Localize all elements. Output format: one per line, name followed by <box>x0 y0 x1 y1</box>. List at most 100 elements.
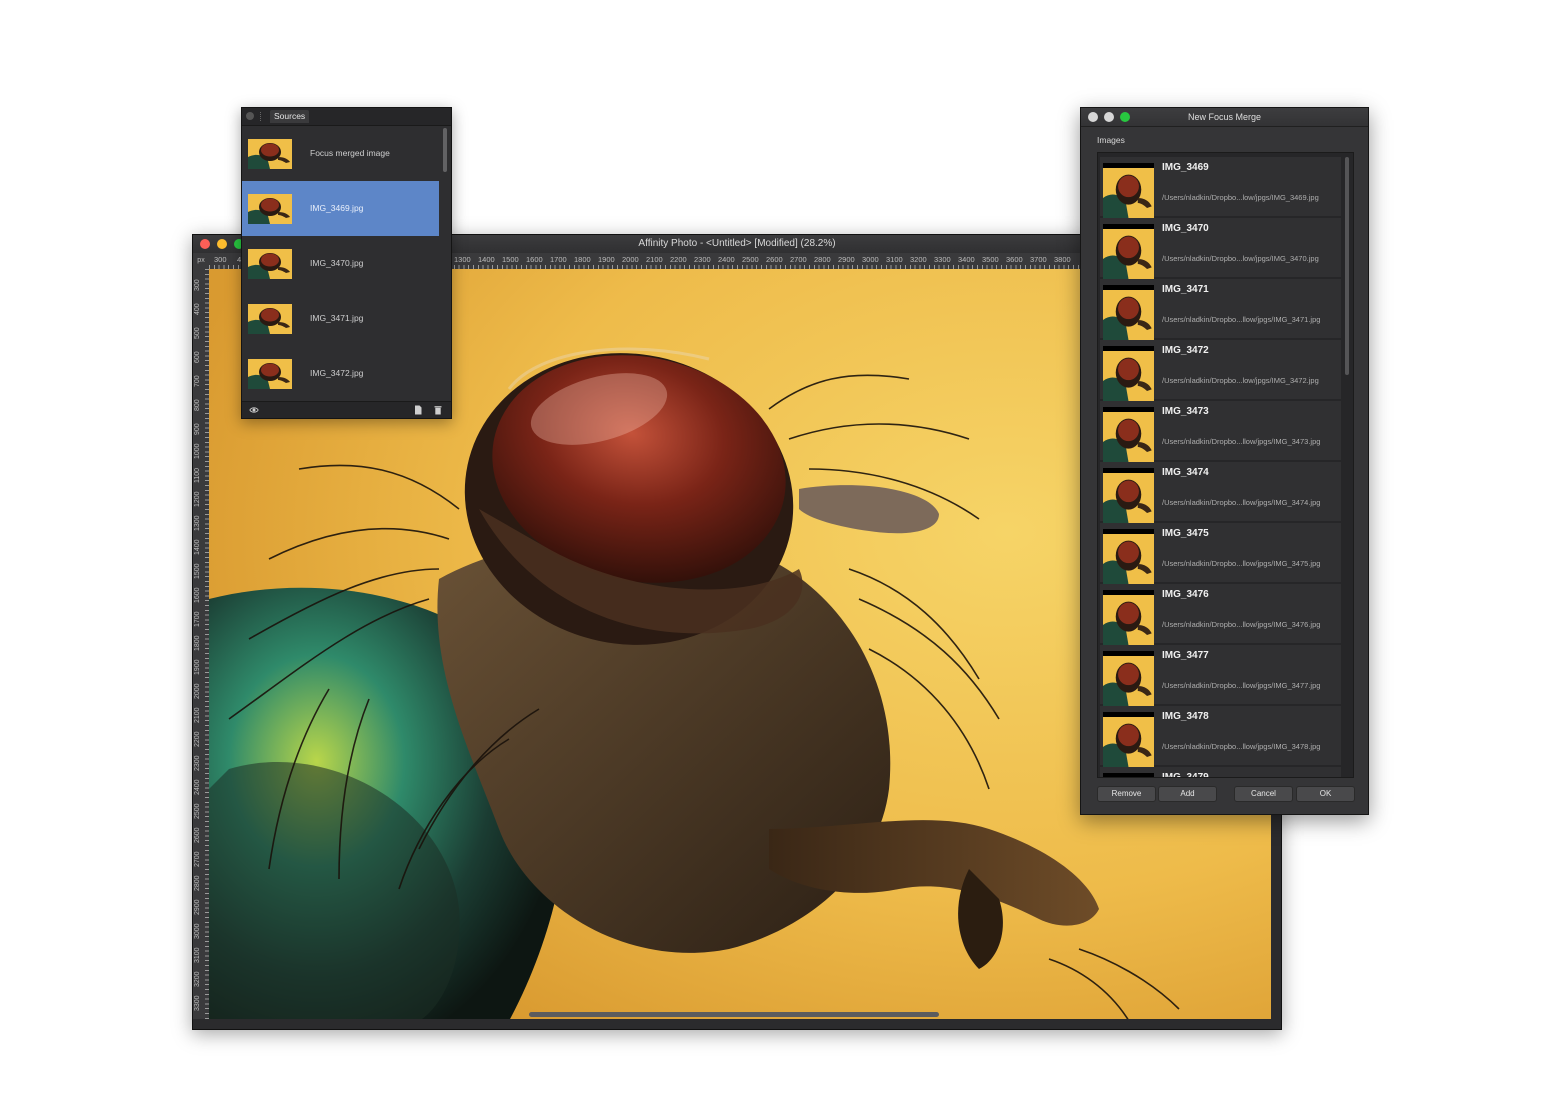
image-name: IMG_3476 <box>1162 589 1209 600</box>
image-thumbnail-picture <box>1103 168 1154 218</box>
image-list-item[interactable]: IMG_3476/Users/nladkin/Dropbo...llow/jpg… <box>1100 584 1341 645</box>
sources-list-item[interactable]: IMG_3472.jpg <box>242 346 439 401</box>
ruler-tick-label: 600 <box>194 351 201 363</box>
ruler-tick-label: 2500 <box>742 255 759 264</box>
image-name: IMG_3473 <box>1162 406 1209 417</box>
eye-icon[interactable] <box>249 405 259 415</box>
sources-list-item[interactable]: IMG_3471.jpg <box>242 291 439 346</box>
ruler-tick-label: 1800 <box>574 255 591 264</box>
new-document-icon[interactable] <box>413 405 423 415</box>
image-name: IMG_3472 <box>1162 345 1209 356</box>
ruler-tick-label: 2600 <box>194 827 201 843</box>
source-label: IMG_3471.jpg <box>310 313 364 323</box>
image-thumbnail-picture <box>1103 656 1154 706</box>
remove-button[interactable]: Remove <box>1097 786 1156 802</box>
image-list-item[interactable]: IMG_3475/Users/nladkin/Dropbo...llow/jpg… <box>1100 523 1341 584</box>
image-thumbnail-picture <box>1103 595 1154 645</box>
sources-list-item[interactable]: IMG_3469.jpg <box>242 181 439 236</box>
tab-sources[interactable]: Sources <box>270 110 310 123</box>
ruler-tick-label: 1900 <box>598 255 615 264</box>
image-path: /Users/nladkin/Dropbo...llow/jpgs/IMG_34… <box>1162 742 1321 751</box>
image-list-item[interactable]: IMG_3470/Users/nladkin/Dropbo...low/jpgs… <box>1100 218 1341 279</box>
ruler-tick-label: 1600 <box>526 255 543 264</box>
ruler-tick-label: 2900 <box>194 899 201 915</box>
image-path: /Users/nladkin/Dropbo...llow/jpgs/IMG_34… <box>1162 315 1321 324</box>
image-path: /Users/nladkin/Dropbo...llow/jpgs/IMG_34… <box>1162 498 1321 507</box>
panel-header[interactable]: Sources <box>242 108 451 126</box>
image-path: /Users/nladkin/Dropbo...llow/jpgs/IMG_34… <box>1162 437 1321 446</box>
ruler-tick-label: 300 <box>194 279 201 291</box>
image-list-item[interactable]: IMG_3471/Users/nladkin/Dropbo...llow/jpg… <box>1100 279 1341 340</box>
cancel-button[interactable]: Cancel <box>1234 786 1293 802</box>
image-path: /Users/nladkin/Dropbo...llow/jpgs/IMG_34… <box>1162 620 1321 629</box>
image-thumbnail <box>1103 529 1154 584</box>
horizontal-scrollbar[interactable] <box>529 1012 939 1017</box>
ruler-tick-label: 3400 <box>958 255 975 264</box>
source-thumbnail <box>248 249 292 279</box>
vertical-ruler[interactable]: 300 400 500 600 700 800 900 1000 1100 1200 1300 140… <box>193 269 210 1019</box>
ruler-tick-label: 800 <box>194 399 201 411</box>
add-button[interactable]: Add <box>1158 786 1217 802</box>
image-list-item[interactable]: IMG_3469/Users/nladkin/Dropbo...low/jpgs… <box>1100 157 1341 218</box>
image-thumbnail <box>1103 773 1154 777</box>
ok-button[interactable]: OK <box>1296 786 1355 802</box>
ruler-tick-label: 1700 <box>194 611 201 627</box>
ruler-tick-label: 2900 <box>838 255 855 264</box>
ruler-tick-label: 2100 <box>194 707 201 723</box>
image-name: IMG_3477 <box>1162 650 1209 661</box>
image-thumbnail <box>1103 651 1154 706</box>
image-list-item[interactable]: IMG_3474/Users/nladkin/Dropbo...llow/jpg… <box>1100 462 1341 523</box>
image-name: IMG_3475 <box>1162 528 1209 539</box>
source-thumbnail <box>248 304 292 334</box>
ruler-tick-label: 3300 <box>934 255 951 264</box>
image-thumbnail-picture <box>1103 351 1154 401</box>
image-name: IMG_3469 <box>1162 162 1209 173</box>
panel-close-icon[interactable] <box>246 112 254 120</box>
image-thumbnail <box>1103 590 1154 645</box>
image-thumbnail-picture <box>1103 473 1154 523</box>
ruler-tick-label: 1200 <box>194 491 201 507</box>
image-thumbnail <box>1103 163 1154 218</box>
ruler-tick-label: 3000 <box>194 923 201 939</box>
image-list-item[interactable]: IMG_3472/Users/nladkin/Dropbo...low/jpgs… <box>1100 340 1341 401</box>
sources-scrollbar[interactable] <box>443 128 447 172</box>
ruler-tick-label: 2700 <box>194 851 201 867</box>
ruler-tick-label: 1800 <box>194 635 201 651</box>
source-thumbnail <box>248 139 292 169</box>
image-name: IMG_3478 <box>1162 711 1209 722</box>
ruler-tick-label: 500 <box>194 327 201 339</box>
ruler-tick-label: 3500 <box>982 255 999 264</box>
ruler-tick-label: 1400 <box>478 255 495 264</box>
image-list-item[interactable]: IMG_3473/Users/nladkin/Dropbo...llow/jpg… <box>1100 401 1341 462</box>
ruler-tick-label: 2400 <box>194 779 201 795</box>
source-label: IMG_3472.jpg <box>310 368 364 378</box>
ruler-tick-label: 700 <box>194 375 201 387</box>
images-scrollbar[interactable] <box>1345 157 1349 375</box>
image-thumbnail <box>1103 346 1154 401</box>
image-list-item[interactable]: IMG_3478/Users/nladkin/Dropbo...llow/jpg… <box>1100 706 1341 767</box>
trash-icon[interactable] <box>433 405 443 415</box>
ruler-tick-label: 3800 <box>1054 255 1071 264</box>
images-section-label: Images <box>1097 135 1125 145</box>
dialog-titlebar[interactable]: New Focus Merge <box>1081 108 1368 127</box>
image-list-item[interactable]: IMG_3479 <box>1100 767 1341 777</box>
image-path: /Users/nladkin/Dropbo...llow/jpgs/IMG_34… <box>1162 681 1321 690</box>
image-path: /Users/nladkin/Dropbo...low/jpgs/IMG_346… <box>1162 193 1319 202</box>
image-thumbnail-picture <box>1103 717 1154 767</box>
ruler-tick-label: 3200 <box>194 971 201 987</box>
ruler-unit[interactable]: px <box>193 253 209 269</box>
sources-list-item[interactable]: IMG_3470.jpg <box>242 236 439 291</box>
ruler-tick-label: 3100 <box>194 947 201 963</box>
ruler-tick-label: 900 <box>194 423 201 435</box>
ruler-tick-label: 2300 <box>194 755 201 771</box>
image-thumbnail <box>1103 468 1154 523</box>
ruler-tick-label: 2400 <box>718 255 735 264</box>
ruler-tick-label: 1600 <box>194 587 201 603</box>
source-label: IMG_3470.jpg <box>310 258 364 268</box>
sources-list-item[interactable]: Focus merged image <box>242 126 439 181</box>
source-label: IMG_3469.jpg <box>310 203 364 213</box>
image-list-item[interactable]: IMG_3477/Users/nladkin/Dropbo...llow/jpg… <box>1100 645 1341 706</box>
panel-grip-icon[interactable] <box>260 112 263 121</box>
ruler-tick-label: 1400 <box>194 539 201 555</box>
image-path: /Users/nladkin/Dropbo...low/jpgs/IMG_347… <box>1162 376 1319 385</box>
